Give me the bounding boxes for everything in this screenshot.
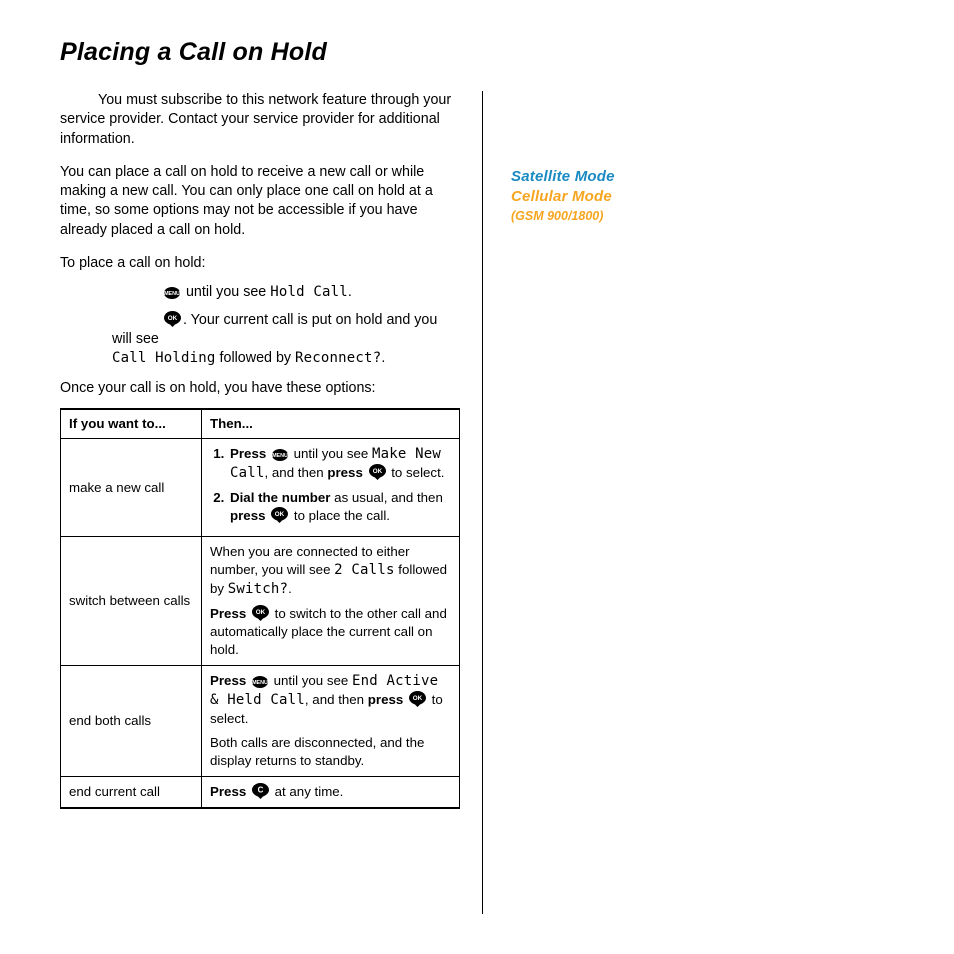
- svg-text:MENU: MENU: [272, 453, 288, 459]
- lcd-2-calls: 2 Calls: [334, 562, 394, 578]
- row-want: switch between calls: [61, 537, 202, 666]
- txt: .: [288, 581, 292, 596]
- step-2: OK . Your current call is put on hold an…: [112, 311, 460, 369]
- lcd-call-holding: Call Holding: [112, 350, 216, 366]
- table-header-row: If you want to... Then...: [61, 409, 460, 438]
- ok-icon: OK: [369, 464, 386, 480]
- press-bold: press: [368, 692, 407, 707]
- cell-paragraph: Press C at any time.: [210, 783, 451, 801]
- press-bold: Press: [210, 673, 250, 688]
- table-header-want: If you want to...: [61, 409, 202, 438]
- ok-icon: OK: [252, 605, 269, 621]
- press-bold: press: [327, 465, 366, 480]
- main-column: You must subscribe to this network featu…: [60, 91, 460, 914]
- cell-paragraph: Press MENU until you see End Active & He…: [210, 672, 451, 728]
- press-bold: press: [230, 508, 269, 523]
- press-bold: Press: [210, 784, 250, 799]
- period-1: .: [348, 284, 352, 300]
- row-then: Press MENU until you see Make New Call, …: [202, 438, 460, 537]
- ok-icon: OK: [409, 691, 426, 707]
- row-want: end current call: [61, 776, 202, 807]
- column-divider: [482, 91, 483, 914]
- row-want: make a new call: [61, 438, 202, 537]
- two-column-layout: You must subscribe to this network featu…: [60, 91, 906, 914]
- c-icon: C: [252, 783, 269, 799]
- intro-paragraph: You must subscribe to this network featu…: [60, 91, 460, 149]
- svg-text:OK: OK: [275, 511, 285, 518]
- txt: to select.: [388, 465, 445, 480]
- ok-icon: OK: [271, 507, 288, 523]
- txt: , and then: [265, 465, 328, 480]
- row-then: Press MENU until you see End Active & He…: [202, 665, 460, 776]
- svg-text:OK: OK: [372, 468, 382, 475]
- cell-paragraph: Press OK to switch to the other call and…: [210, 605, 451, 659]
- manual-page: Placing a Call on Hold You must subscrib…: [0, 0, 954, 954]
- cell-paragraph: When you are connected to either number,…: [210, 543, 451, 599]
- table-row: end current call Press C at any time.: [61, 776, 460, 807]
- txt: until you see: [290, 446, 372, 461]
- table-row: end both calls Press MENU until you see …: [61, 665, 460, 776]
- sidebar-column: Satellite Mode Cellular Mode (GSM 900/18…: [505, 91, 906, 914]
- mode-gsm: (GSM 900/1800): [511, 208, 906, 226]
- menu-icon: MENU: [164, 287, 180, 299]
- place-on-hold-prompt: To place a call on hold:: [60, 254, 460, 273]
- cell-paragraph: Both calls are disconnected, and the dis…: [210, 734, 451, 770]
- page-title: Placing a Call on Hold: [60, 38, 906, 67]
- table-row: make a new call Press MENU until you see…: [61, 438, 460, 537]
- menu-icon: MENU: [272, 449, 288, 461]
- ok-icon: OK: [164, 311, 181, 327]
- options-intro: Once your call is on hold, you have thes…: [60, 379, 460, 398]
- list-item: Dial the number as usual, and then press…: [228, 489, 451, 525]
- txt: until you see: [270, 673, 352, 688]
- txt: , and then: [305, 692, 368, 707]
- press-bold: Press: [210, 606, 250, 621]
- lcd-hold-call: Hold Call: [270, 284, 348, 300]
- table-header-then: Then...: [202, 409, 460, 438]
- row-then: When you are connected to either number,…: [202, 537, 460, 666]
- svg-text:OK: OK: [413, 695, 423, 702]
- svg-text:OK: OK: [168, 315, 178, 322]
- mode-cellular: Cellular Mode: [511, 187, 906, 207]
- svg-text:C: C: [258, 785, 264, 794]
- mode-satellite: Satellite Mode: [511, 167, 906, 187]
- step-2-text-b: followed by: [216, 350, 295, 366]
- period-2: .: [381, 350, 385, 366]
- menu-icon: MENU: [252, 676, 268, 688]
- options-table: If you want to... Then... make a new cal…: [60, 408, 460, 809]
- txt: at any time.: [271, 784, 343, 799]
- lcd-reconnect: Reconnect?: [295, 350, 381, 366]
- svg-text:MENU: MENU: [252, 680, 268, 686]
- table-row: switch between calls When you are connec…: [61, 537, 460, 666]
- txt: as usual, and then: [330, 490, 442, 505]
- list-item: Press MENU until you see Make New Call, …: [228, 445, 451, 483]
- svg-text:MENU: MENU: [164, 292, 180, 298]
- step-2-text-a: . Your current call is put on hold and y…: [112, 312, 437, 347]
- svg-text:OK: OK: [256, 609, 266, 616]
- press-bold: Press: [230, 446, 270, 461]
- step-1-text-mid: until you see: [182, 284, 270, 300]
- txt: to place the call.: [290, 508, 390, 523]
- lcd-switch: Switch?: [228, 581, 288, 597]
- step-1: MENU until you see Hold Call.: [112, 283, 460, 302]
- row-want: end both calls: [61, 665, 202, 776]
- row-then: Press C at any time.: [202, 776, 460, 807]
- body-paragraph-1: You can place a call on hold to receive …: [60, 163, 460, 240]
- dial-bold: Dial the number: [230, 490, 330, 505]
